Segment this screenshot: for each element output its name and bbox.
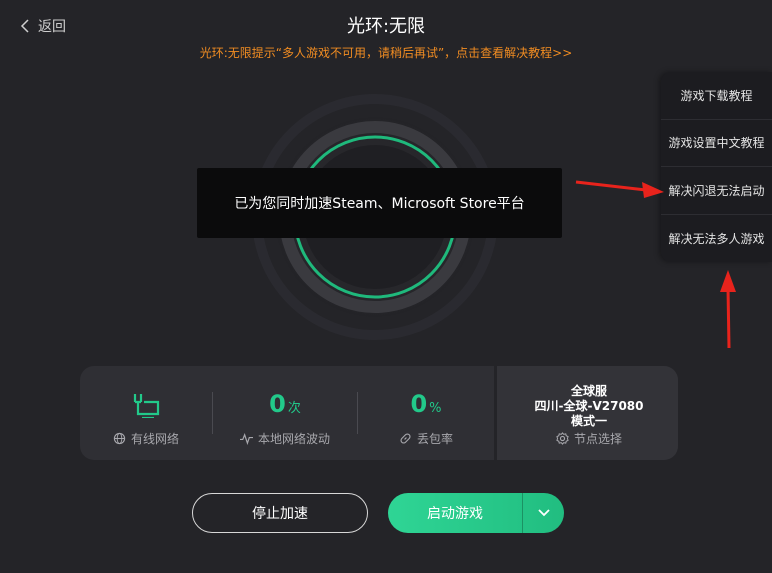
server-region: 全球服 [570,384,607,398]
toast-text: 已为您同时加速Steam、Microsoft Store平台 [234,196,525,212]
chevron-down-icon [537,509,550,517]
fluctuation-value-row: 0次 [213,390,357,418]
tutorial-menu: 游戏下载教程 游戏设置中文教程 解决闪退无法启动 解决无法多人游戏 [661,72,772,262]
pulse-icon [239,433,253,445]
gear-icon [556,432,569,445]
stop-acceleration-label: 停止加速 [252,506,308,522]
node-select-label: 节点选择 [573,432,622,446]
launch-game-button-group: 启动游戏 [388,493,564,533]
menu-item-download-tutorial[interactable]: 游戏下载教程 [661,72,772,120]
fluctuation-unit: 次 [287,401,301,416]
launch-game-label: 启动游戏 [427,506,483,522]
globe-icon [113,432,126,445]
launch-options-dropdown[interactable] [522,493,564,533]
red-arrow-horizontal-icon [575,180,664,198]
server-info-panel[interactable]: 全球服 四川-全球-V27080 模式一 节点选择 [494,366,678,460]
red-arrow-vertical-icon [720,270,736,349]
packet-loss-value: 0 [410,390,428,418]
packet-loss-unit: % [429,401,442,416]
packet-loss-label-row: 丢包率 [358,430,494,447]
menu-item-chinese-settings[interactable]: 游戏设置中文教程 [661,120,772,167]
network-label-row: 有线网络 [80,430,212,447]
notice-tutorial-link[interactable]: 点击查看解决教程>> [456,46,572,60]
packet-loss-label: 丢包率 [416,432,453,446]
stat-network: 有线网络 [80,366,212,460]
page-title: 光环:无限 [346,16,426,37]
server-mode: 模式一 [570,414,607,428]
server-node: 四川-全球-V27080 [534,399,644,413]
fluctuation-label-row: 本地网络波动 [213,430,357,447]
link-icon [400,433,411,444]
notice-text: 光环:无限提示“多人游戏不可用，请稍后再试”， [199,46,457,60]
packet-loss-value-row: 0% [358,390,494,418]
ethernet-icon [133,394,160,418]
stat-fluctuation: 0次 本地网络波动 [213,366,357,460]
node-select-button[interactable]: 节点选择 [497,430,678,447]
fluctuation-value: 0 [269,390,286,418]
stats-panel: 有线网络 0次 本地网络波动 0% 丢包率 全球服 四川-全球-V27080 模… [80,366,678,460]
launch-game-button[interactable]: 启动游戏 [388,493,522,533]
menu-item-multiplayer-fix[interactable]: 解决无法多人游戏 [661,215,772,263]
network-type-label: 有线网络 [130,432,179,446]
menu-item-crash-fix[interactable]: 解决闪退无法启动 [661,167,772,215]
fluctuation-label: 本地网络波动 [257,432,330,446]
notice-bar: 光环:无限提示“多人游戏不可用，请稍后再试”，点击查看解决教程>> [0,44,772,61]
stop-acceleration-button[interactable]: 停止加速 [192,493,368,533]
toast-message: 已为您同时加速Steam、Microsoft Store平台 [197,168,562,238]
stat-packet-loss: 0% 丢包率 [358,366,494,460]
